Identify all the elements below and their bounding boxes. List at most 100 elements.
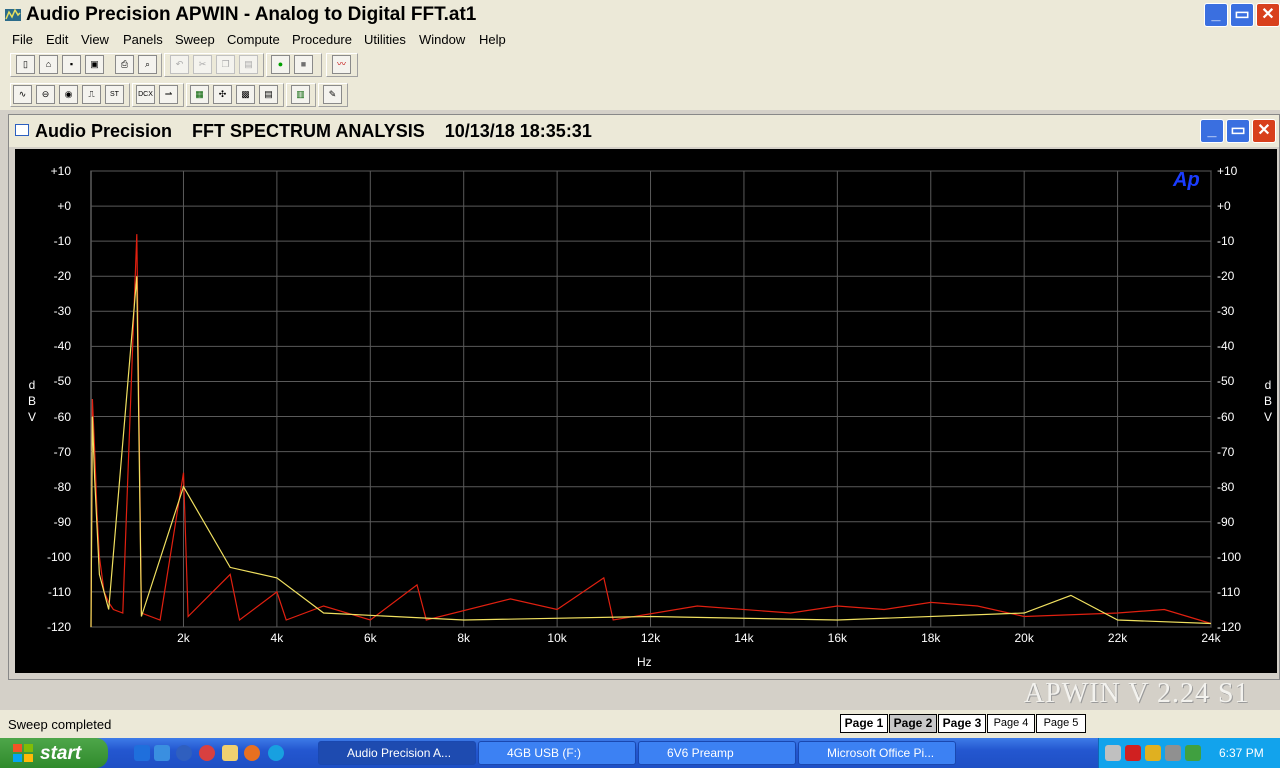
x-tick-label: 12k (640, 631, 661, 645)
x-axis-label: Hz (637, 655, 652, 669)
y-tick-label-right: -60 (1217, 409, 1235, 424)
fft-chart (90, 170, 1212, 628)
go-icon[interactable]: ● (271, 55, 290, 74)
apwin-app-icon[interactable] (4, 6, 22, 24)
y-tick-label-right: +10 (1217, 164, 1238, 178)
menu-compute[interactable]: Compute (227, 32, 280, 47)
volume-icon[interactable] (1165, 745, 1181, 761)
copy-icon[interactable]: ❐ (216, 55, 235, 74)
level-panel-icon[interactable]: ◉ (59, 85, 78, 104)
x-tick-label: 10k (547, 631, 567, 645)
y-tick-label-right: +0 (1217, 199, 1231, 214)
y-tick-label-right: -50 (1217, 374, 1235, 389)
settling-icon[interactable]: ✣ (213, 85, 232, 104)
generator-panel-icon[interactable]: ∿ (13, 85, 32, 104)
x-tick-label: 18k (921, 631, 941, 645)
restore-button[interactable]: ▭ (1230, 3, 1254, 27)
ie-icon[interactable] (134, 745, 150, 761)
menu-sweep[interactable]: Sweep (175, 32, 215, 47)
menu-edit[interactable]: Edit (46, 32, 68, 47)
folder-icon[interactable] (222, 745, 238, 761)
bar-graph-icon[interactable]: ▥ (291, 85, 310, 104)
save-icon[interactable]: ▪ (62, 55, 81, 74)
pen-icon[interactable] (1145, 745, 1161, 761)
graph-window: Audio Precision FFT SPECTRUM ANALYSIS 10… (8, 114, 1280, 680)
y-tick-label-left: -120 (46, 620, 71, 634)
task-usb-drive[interactable]: 4GB USB (F:) (478, 741, 636, 765)
cut-icon[interactable]: ✂ (193, 55, 212, 74)
switcher-icon[interactable]: ⇀ (159, 85, 178, 104)
network-icon[interactable] (1105, 745, 1121, 761)
save-all-icon[interactable]: ▣ (85, 55, 104, 74)
macro-editor-icon[interactable]: ✎ (323, 85, 342, 104)
graph-minimize-button[interactable]: _ (1200, 119, 1224, 143)
skype-icon[interactable] (268, 745, 284, 761)
data-editor-icon[interactable]: ▤ (259, 85, 278, 104)
new-icon[interactable]: ▯ (16, 55, 35, 74)
menu-utilities[interactable]: Utilities (364, 32, 406, 47)
safely-remove-icon[interactable] (1185, 745, 1201, 761)
y-tick-label-left: -40 (53, 339, 71, 354)
graph-maximize-button[interactable]: ▭ (1226, 119, 1250, 143)
menu-view[interactable]: View (81, 32, 109, 47)
task-audio-precision[interactable]: Audio Precision A... (318, 741, 476, 765)
graph-icon[interactable]: 〰 (332, 55, 351, 74)
dcx-panel-icon[interactable]: DCX (136, 85, 155, 104)
fft-plot-area[interactable]: +10 +0 -10 -20 -30 -40 -50 -60 -70 -80 -90 -100 -110… (15, 149, 1277, 673)
graph-close-button[interactable]: ✕ (1252, 119, 1276, 143)
menu-procedure[interactable]: Procedure (292, 32, 352, 47)
page-tab-1[interactable]: Page 1 (840, 714, 888, 733)
minimize-button[interactable]: _ (1204, 3, 1228, 27)
graph-window-title: Audio Precision FFT SPECTRUM ANALYSIS 10… (35, 121, 592, 141)
y-tick-label-right: -70 (1217, 444, 1235, 459)
x-tick-label: 24k (1201, 631, 1221, 645)
y-tick-label-right: -110 (1217, 584, 1241, 599)
menu-window[interactable]: Window (419, 32, 465, 47)
media-player-icon[interactable] (176, 745, 192, 761)
x-tick-label: 6k (363, 631, 377, 645)
page-tab-5[interactable]: Page 5 (1036, 714, 1086, 733)
menu-panels[interactable]: Panels (123, 32, 163, 47)
menu-help[interactable]: Help (479, 32, 506, 47)
y-tick-label-left: -10 (53, 234, 71, 249)
stop-icon[interactable]: ■ (294, 55, 313, 74)
page-tab-2[interactable]: Page 2 (889, 714, 937, 733)
start-label: start (40, 743, 82, 764)
y-tick-label-left: -30 (53, 304, 71, 319)
analyzer-panel-icon[interactable]: ⊖ (36, 85, 55, 104)
undo-icon[interactable]: ↶ (170, 55, 189, 74)
start-button[interactable]: start (0, 738, 108, 768)
y-tick-label-left: -100 (46, 549, 71, 564)
page-tab-4[interactable]: Page 4 (987, 714, 1035, 733)
x-tick-label: 14k (734, 631, 754, 645)
page-tab-3[interactable]: Page 3 (938, 714, 986, 733)
y-axis-label-left: dBV (27, 378, 36, 424)
panels-toolbar: ∿ ⊖ ◉ ⎍ ST DCX ⇀ ▦ ✣ ▩ ▤ ▥ ✎ (0, 80, 1280, 110)
y-tick-label-right: -30 (1217, 304, 1235, 319)
ap-logo: Ap (1173, 169, 1200, 191)
graph-panel-icon[interactable]: ▩ (236, 85, 255, 104)
y-tick-label-right: -20 (1217, 269, 1235, 284)
open-icon[interactable]: ⌂ (39, 55, 58, 74)
paste-icon[interactable]: ▤ (239, 55, 258, 74)
security-alert-icon[interactable] (1125, 745, 1141, 761)
print-icon[interactable]: ⎙ (115, 55, 134, 74)
windows-flag-icon (13, 744, 33, 762)
close-button[interactable]: ✕ (1256, 3, 1280, 27)
firefox-icon[interactable] (244, 745, 260, 761)
dsp-panel-icon[interactable]: ⎍ (82, 85, 101, 104)
task-office-picture[interactable]: Microsoft Office Pi... (798, 741, 956, 765)
outlook-icon[interactable] (154, 745, 170, 761)
sweep-panel-icon[interactable]: ▦ (190, 85, 209, 104)
task-6v6-preamp[interactable]: 6V6 Preamp (638, 741, 796, 765)
print-preview-icon[interactable]: ⌕ (138, 55, 157, 74)
status-bits-icon[interactable]: ST (105, 85, 124, 104)
taskbar: start Audio Precision A... 4GB USB (F:) … (0, 738, 1280, 768)
x-tick-label: 4k (270, 631, 284, 645)
graph-window-icon[interactable] (15, 124, 29, 136)
menu-file[interactable]: File (12, 32, 33, 47)
messenger-icon[interactable] (199, 745, 215, 761)
y-tick-label-right: -80 (1217, 479, 1235, 494)
window-title: Audio Precision APWIN - Analog to Digita… (26, 4, 477, 25)
clock: 6:37 PM (1219, 746, 1264, 760)
